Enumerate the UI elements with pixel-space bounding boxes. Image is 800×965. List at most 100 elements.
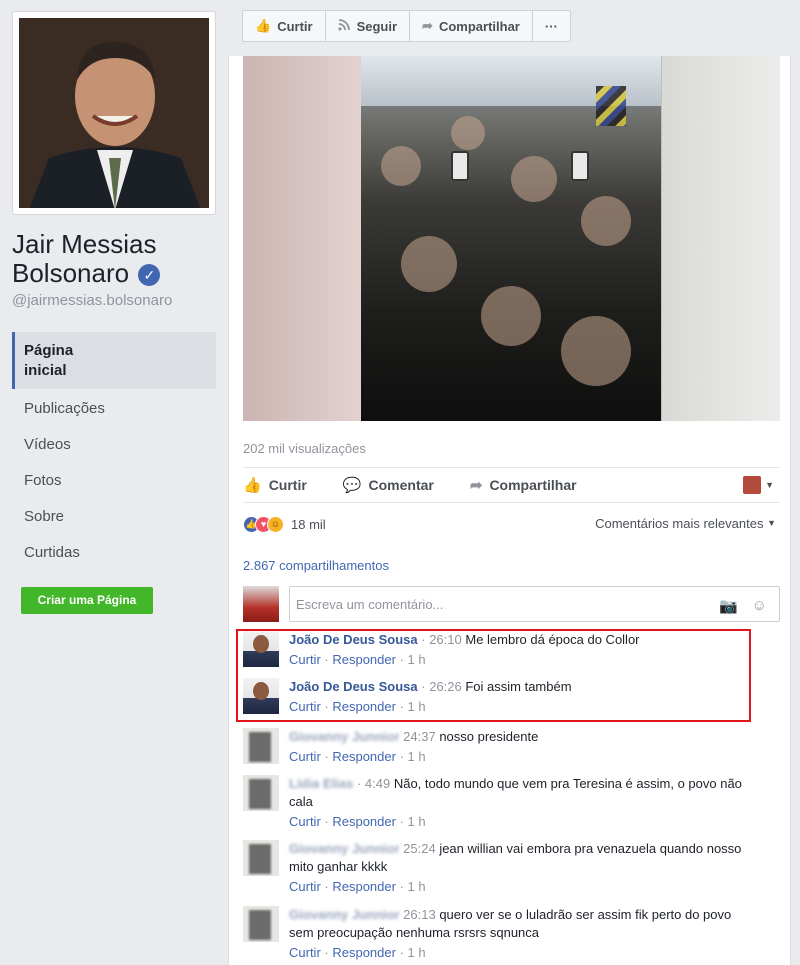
left-sidebar: Jair Messias Bolsonaro ✓ @jairmessias.bo… (0, 0, 228, 965)
comment-text: Me lembro dá época do Collor (465, 632, 640, 647)
page-handle[interactable]: @jairmessias.bolsonaro (12, 292, 172, 309)
comment-age: 1 h (407, 945, 426, 960)
comment-meta: Curtir · Responder · 1 h (289, 879, 426, 894)
comment-meta: Curtir · Responder · 1 h (289, 814, 426, 829)
crowd-shape (481, 286, 541, 346)
sidebar-item-posts[interactable]: Publicações (12, 391, 216, 427)
sidebar-item-likes[interactable]: Curtidas (12, 535, 216, 571)
avatar[interactable] (243, 840, 279, 876)
comment-author[interactable]: João De Deus Sousa (289, 632, 418, 647)
comment-author[interactable]: Giovanny Junnior (289, 729, 400, 744)
sidebar-item-label: Página (24, 342, 74, 359)
comment-body: Giovanny Junnior 24:37 nosso presidente … (289, 728, 759, 766)
comment-text: Foi assim também (465, 679, 572, 694)
crowd-shape (401, 236, 457, 292)
comment-timestamp[interactable]: 26:13 (403, 907, 436, 922)
share-arrow-icon: ➦ (469, 477, 483, 494)
avatar[interactable] (243, 728, 279, 764)
comment-age: 1 h (407, 699, 426, 714)
comment-meta: Curtir · Responder · 1 h (289, 749, 426, 764)
like-label: Curtir (268, 477, 307, 493)
comment-meta: Curtir · Responder · 1 h (289, 699, 426, 714)
camera-icon[interactable]: 📷 (719, 597, 738, 615)
create-page-button[interactable]: Criar uma Página (21, 587, 153, 614)
comment-time-value: 4:49 (364, 776, 391, 791)
comment-like-link[interactable]: Curtir (289, 814, 321, 829)
rss-icon (337, 18, 351, 34)
comment-author[interactable]: Lídia Elias (289, 776, 353, 791)
profile-photo-image (19, 18, 209, 208)
page-title[interactable]: Jair Messias Bolsonaro ✓ (12, 229, 161, 288)
comment-like-link[interactable]: Curtir (289, 699, 321, 714)
comment-timestamp[interactable]: 25:24 (403, 841, 436, 856)
comment-reply-link[interactable]: Responder (332, 879, 396, 894)
post-action-bar: 👍 Curtir 💬 Comentar ➦ Compartilhar ▼ (243, 467, 780, 503)
post-as-selector[interactable]: ▼ (743, 476, 774, 494)
avatar[interactable] (243, 678, 279, 714)
composer-icons: 📷 ☺ (719, 597, 767, 615)
comment-timestamp[interactable]: · 4:49 (357, 776, 390, 791)
page-share-button[interactable]: ➦ Compartilhar (409, 10, 533, 42)
comment-like-link[interactable]: Curtir (289, 879, 321, 894)
comment-time-value: 26:10 (429, 632, 462, 647)
page-title-line1: Jair Messias (12, 229, 157, 259)
video-player[interactable] (243, 56, 780, 421)
comment-age: 1 h (407, 652, 426, 667)
emoji-icon[interactable]: ☺ (752, 597, 767, 615)
comment-timestamp[interactable]: 24:37 (403, 729, 436, 744)
comment-time-value: 26:13 (403, 907, 436, 922)
page-action-bar: 👍 Curtir Seguir ➦ Compartilhar ··· (242, 10, 571, 42)
thumbs-up-icon: 👍 (255, 18, 272, 33)
reactions-summary[interactable]: 👍 ♥ ☺ 18 mil (243, 514, 326, 534)
comment-input[interactable]: Escreva um comentário... 📷 ☺ (289, 586, 780, 622)
sidebar-nav: Página inicial Publicações Vídeos Fotos … (12, 332, 216, 571)
chevron-down-icon: ▼ (767, 518, 776, 528)
comment-reply-link[interactable]: Responder (332, 945, 396, 960)
avatar[interactable] (243, 775, 279, 811)
video-post: 202 mil visualizações 👍 Curtir 💬 Comenta… (228, 56, 791, 965)
page-like-button[interactable]: 👍 Curtir (242, 10, 326, 42)
comment-like-link[interactable]: Curtir (289, 945, 321, 960)
sidebar-item-home[interactable]: Página inicial (12, 332, 216, 389)
comment-text: nosso presidente (439, 729, 539, 744)
comment-reply-link[interactable]: Responder (332, 814, 396, 829)
avatar[interactable] (243, 631, 279, 667)
comment-timestamp[interactable]: · 26:26 (421, 679, 462, 694)
sidebar-item-about[interactable]: Sobre (12, 499, 216, 535)
comment-timestamp[interactable]: · 26:10 (421, 632, 462, 647)
page-follow-button[interactable]: Seguir (324, 10, 411, 42)
page-share-label: Compartilhar (438, 18, 520, 34)
comment-like-link[interactable]: Curtir (289, 652, 321, 667)
comment-reply-link[interactable]: Responder (332, 699, 396, 714)
comment-author[interactable]: João De Deus Sousa (289, 679, 418, 694)
crowd-shape (581, 196, 631, 246)
comment-author[interactable]: Giovanny Junnior (289, 907, 400, 922)
comment-label: Comentar (368, 477, 434, 493)
like-button[interactable]: 👍 Curtir (243, 476, 307, 494)
comment-sort-dropdown[interactable]: Comentários mais relevantes ▼ (595, 516, 776, 531)
share-button[interactable]: ➦ Compartilhar (470, 476, 577, 494)
sidebar-item-photos[interactable]: Fotos (12, 463, 216, 499)
avatar[interactable] (243, 906, 279, 942)
comment-button[interactable]: 💬 Comentar (343, 476, 434, 494)
haha-reaction-icon: ☺ (267, 515, 284, 533)
share-arrow-icon: ➦ (422, 18, 433, 33)
share-label: Compartilhar (489, 477, 577, 493)
comment-age: 1 h (407, 814, 426, 829)
comment-time-value: 24:37 (403, 729, 436, 744)
crowd-phone (451, 151, 469, 181)
more-options-button[interactable]: ··· (531, 10, 571, 42)
share-count[interactable]: 2.867 compartilhamentos (243, 558, 389, 573)
sidebar-item-videos[interactable]: Vídeos (12, 427, 216, 463)
comment-placeholder: Escreva um comentário... (296, 597, 444, 612)
profile-photo[interactable] (12, 11, 216, 215)
comment-composer: Escreva um comentário... 📷 ☺ (243, 584, 780, 624)
comment-reply-link[interactable]: Responder (332, 749, 396, 764)
page-follow-label: Seguir (356, 18, 398, 34)
comment-reply-link[interactable]: Responder (332, 652, 396, 667)
comment-like-link[interactable]: Curtir (289, 749, 321, 764)
crowd-shape (511, 156, 557, 202)
page-title-line2: Bolsonaro (12, 258, 130, 288)
comment-author[interactable]: Giovanny Junnior (289, 841, 400, 856)
page-like-label: Curtir (277, 18, 313, 34)
